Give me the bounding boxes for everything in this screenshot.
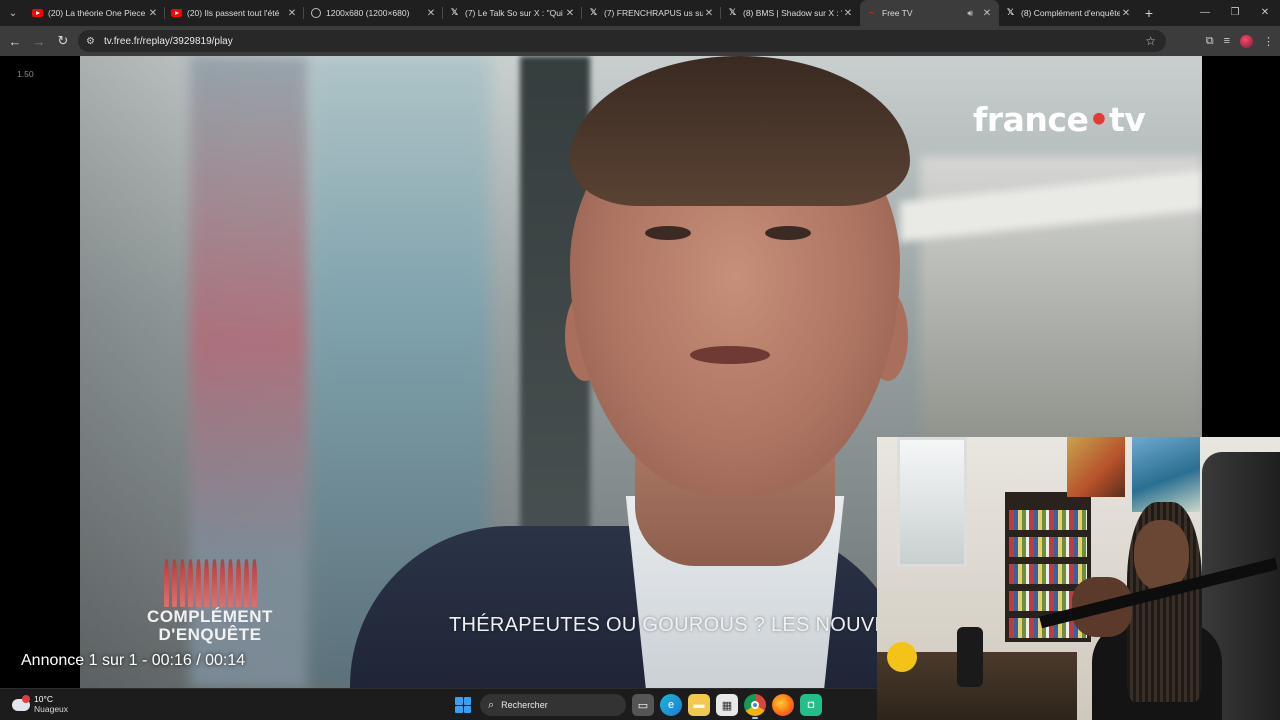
tab-x-bms-shadow[interactable]: 𝕏 (8) BMS | Shadow sur X : " ✕ <box>721 0 860 26</box>
windows-start-icon[interactable] <box>452 694 474 716</box>
store-icon[interactable]: ▦ <box>716 694 738 716</box>
show-logo-line2: D'ENQUÊTE <box>158 625 262 644</box>
tab-strip: ⌄ (20) La théorie One Piece ✕ (20) Ils p… <box>0 0 1280 26</box>
weather-temperature: 10°C <box>34 694 53 704</box>
browser-toolbar: ← → ↻ ⚙ tv.free.fr/replay/3929819/play ☆… <box>0 26 1280 56</box>
tab-title: Free TV <box>882 8 913 18</box>
tab-x-le-talk[interactable]: 𝕏 (7) Le Talk So sur X : "Qui ✕ <box>443 0 582 26</box>
app-icon[interactable]: ◘ <box>800 694 822 716</box>
task-view-icon[interactable]: ▭ <box>632 694 654 716</box>
x-icon: 𝕏 <box>1006 8 1015 18</box>
webcam-overlay <box>877 437 1280 720</box>
playback-speed-label: 1.50 <box>17 69 34 79</box>
extensions-icon[interactable]: ⧉ <box>1206 35 1214 48</box>
back-arrow-icon[interactable]: ← <box>3 34 27 49</box>
address-bar[interactable]: ⚙ tv.free.fr/replay/3929819/play ☆ <box>78 30 1166 52</box>
tab-title: 1200x680 (1200×680) <box>326 8 410 18</box>
window-controls: — ❐ ✕ <box>1190 0 1280 26</box>
tab-title: (20) Ils passent tout l'été <box>187 8 280 18</box>
taskbar-search[interactable]: ⌕ Rechercher <box>480 694 626 716</box>
profile-avatar[interactable] <box>1240 34 1253 48</box>
search-placeholder: Rechercher <box>501 700 548 710</box>
tab-free-tv[interactable]: ~ Free TV 🔊︎ ✕ <box>860 0 999 26</box>
close-window-icon[interactable]: ✕ <box>1250 0 1280 26</box>
tab-title: (20) La théorie One Piece <box>48 8 146 18</box>
tab-youtube-one-piece[interactable]: (20) La théorie One Piece ✕ <box>26 0 165 26</box>
ad-counter: Annonce 1 sur 1 - 00:16 / 00:14 <box>21 652 246 669</box>
complement-enquete-logo: COMPLÉMENT D'ENQUÊTE <box>140 559 280 643</box>
site-info-icon[interactable]: ⚙ <box>86 36 95 47</box>
tab-title: (8) Complément d'enquête <box>1021 8 1120 18</box>
file-explorer-icon[interactable]: ▬ <box>688 694 710 716</box>
windows-taskbar: 10°C Nuageux ⌕ Rechercher ▭ e ▬ ▦ ◘ <box>0 688 877 720</box>
close-icon[interactable]: ✕ <box>286 8 298 19</box>
speaker-icon[interactable]: 🔊︎ <box>967 8 973 19</box>
chrome-icon[interactable] <box>744 694 766 719</box>
close-icon[interactable]: ✕ <box>842 8 854 19</box>
restore-icon[interactable]: ❐ <box>1220 0 1250 26</box>
weather-widget[interactable]: 10°C Nuageux <box>12 694 68 715</box>
youtube-icon <box>171 8 182 19</box>
francetv-logo: france•tv <box>973 100 1146 139</box>
tab-image-1200x680[interactable]: 1200x680 (1200×680) ✕ <box>304 0 443 26</box>
cloud-icon <box>12 694 30 711</box>
tab-search-dropdown-icon[interactable]: ⌄ <box>0 0 26 26</box>
close-icon[interactable]: ✕ <box>425 8 437 19</box>
close-icon[interactable]: ✕ <box>703 8 715 19</box>
show-emblem-icon <box>140 559 280 607</box>
tab-x-complement-enquete[interactable]: 𝕏 (8) Complément d'enquête ✕ <box>999 0 1138 26</box>
tab-youtube-ete[interactable]: (20) Ils passent tout l'été ✕ <box>165 0 304 26</box>
x-icon: 𝕏 <box>728 8 737 18</box>
menu-dots-icon[interactable]: ⋮ <box>1263 35 1274 48</box>
x-icon: 𝕏 <box>450 8 459 18</box>
search-icon: ⌕ <box>488 698 495 711</box>
weather-condition: Nuageux <box>34 704 69 714</box>
tab-title: (8) BMS | Shadow sur X : " <box>743 8 842 18</box>
edge-icon[interactable]: e <box>660 694 682 716</box>
close-icon[interactable]: ✕ <box>147 8 159 19</box>
forward-arrow-icon[interactable]: → <box>27 34 51 49</box>
tab-x-frenchrapus[interactable]: 𝕏 (7) FRENCHRAPUS us sur ✕ <box>582 0 721 26</box>
globe-icon <box>310 8 321 19</box>
show-logo-line1: COMPLÉMENT <box>147 607 273 626</box>
x-icon: 𝕏 <box>589 8 598 18</box>
media-controls-icon[interactable]: ≡ <box>1224 35 1230 47</box>
firefox-icon[interactable] <box>772 694 794 716</box>
minimize-icon[interactable]: — <box>1190 0 1220 26</box>
bookmark-star-icon[interactable]: ☆ <box>1145 34 1156 48</box>
close-icon[interactable]: ✕ <box>1120 8 1132 19</box>
free-icon: ~ <box>868 8 875 18</box>
toolbar-actions: ⧉ ≡ ⋮ <box>1206 26 1274 56</box>
youtube-icon <box>32 8 43 19</box>
reload-icon[interactable]: ↻ <box>51 33 75 49</box>
tab-title: (7) Le Talk So sur X : "Qui <box>465 8 563 18</box>
url-text[interactable]: tv.free.fr/replay/3929819/play <box>104 36 233 47</box>
taskbar-apps: ⌕ Rechercher ▭ e ▬ ▦ ◘ <box>452 692 822 719</box>
new-tab-plus-icon[interactable]: + <box>1138 5 1160 21</box>
close-icon[interactable]: ✕ <box>981 8 993 19</box>
video-subtitle: THÉRAPEUTES OU GOUROUS ? LES NOUVEA <box>449 614 902 636</box>
tab-title: (7) FRENCHRAPUS us sur <box>604 8 703 18</box>
close-icon[interactable]: ✕ <box>564 8 576 19</box>
